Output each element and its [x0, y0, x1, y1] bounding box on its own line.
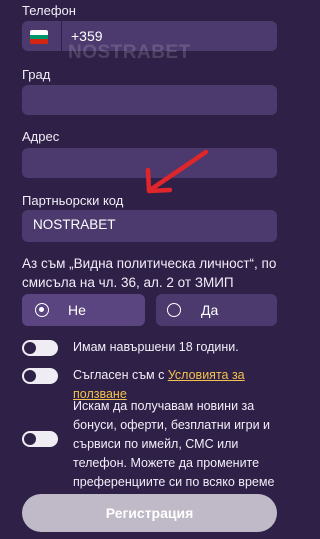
- marketing-consent-text: Искам да получавам новини за бонуси, офе…: [73, 399, 275, 489]
- city-input[interactable]: [22, 85, 277, 115]
- radio-option-yes[interactable]: Да: [156, 294, 277, 326]
- address-label: Адрес: [22, 129, 60, 144]
- radio-option-no[interactable]: Не: [22, 294, 145, 326]
- register-button[interactable]: Регистрация: [22, 494, 277, 532]
- phone-divider: [61, 21, 62, 51]
- terms-prefix: Съгласен съм с: [73, 368, 168, 382]
- radio-dot: [167, 303, 181, 317]
- bulgaria-flag-icon[interactable]: [30, 30, 48, 44]
- radio-label-yes: Да: [201, 302, 219, 318]
- age-toggle[interactable]: [22, 340, 58, 356]
- registration-form: Телефон +359 NOSTRABET Град Адрес Партнь…: [0, 0, 300, 539]
- radio-dot-selected: [35, 303, 49, 317]
- red-arrow-icon: [145, 149, 209, 194]
- pep-question: Аз съм „Видна политическа личност“, по с…: [22, 256, 277, 290]
- watermark-logo: NOSTRABET: [68, 42, 191, 63]
- radio-label-no: Не: [68, 302, 86, 318]
- city-label: Град: [22, 67, 51, 82]
- age-consent-text: Имам навършени 18 години.: [73, 340, 239, 354]
- partner-code-value: NOSTRABET: [33, 217, 116, 232]
- marketing-toggle[interactable]: [22, 431, 58, 447]
- phone-label: Телефон: [22, 3, 76, 18]
- terms-toggle[interactable]: [22, 368, 58, 384]
- partner-code-label: Партньорски код: [22, 193, 124, 208]
